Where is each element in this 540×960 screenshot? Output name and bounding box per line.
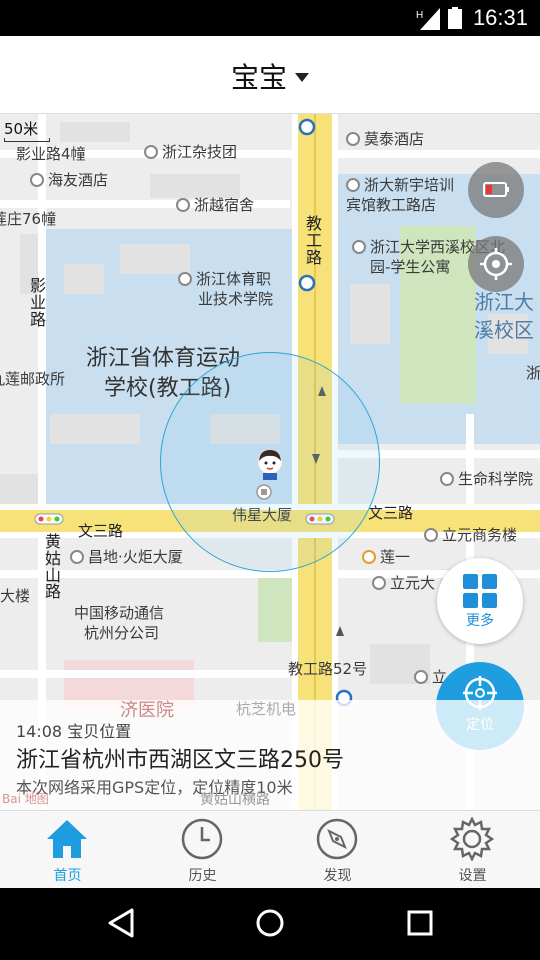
location-time-title: 14:08 宝贝位置 xyxy=(16,722,132,741)
poi-cmcc[interactable]: 中国移动通信 xyxy=(74,604,164,622)
poi-zju-dorm-2: 园-学生公寓 xyxy=(370,258,451,276)
place-icon xyxy=(144,145,158,159)
child-selector[interactable]: 宝宝 xyxy=(0,56,540,96)
building-icon xyxy=(440,472,454,486)
building-icon xyxy=(70,550,84,564)
poi-liyuan-building[interactable]: 立元商务楼 xyxy=(424,526,517,544)
tab-discover-label: 发现 xyxy=(323,868,352,884)
poi-lianyi[interactable]: 莲一 xyxy=(362,548,410,566)
poi-life-science[interactable]: 生命科学院 xyxy=(440,470,533,488)
title-bar: 宝宝 xyxy=(0,36,540,114)
recenter-button[interactable] xyxy=(468,236,524,292)
poi-acrobatic-troupe[interactable]: 浙江杂技团 xyxy=(144,143,237,161)
clock-icon xyxy=(181,818,223,860)
home-icon xyxy=(47,820,87,858)
poi-partial-zhe: 浙 xyxy=(526,364,540,382)
poi-sport-college-2: 业技术学院 xyxy=(198,290,274,308)
map-scale: 50米 xyxy=(4,118,50,142)
poi-sport-college[interactable]: 浙江体育职 xyxy=(178,270,271,288)
poi-yingye-4[interactable]: 影业路4幢 xyxy=(16,145,86,163)
building-icon xyxy=(372,576,386,590)
restaurant-icon xyxy=(362,550,376,564)
target-icon xyxy=(480,248,512,280)
poi-jiaogong-52[interactable]: 教工路52号 xyxy=(288,660,367,678)
poi-changdi[interactable]: 昌地·火炬大厦 xyxy=(70,548,183,566)
grid-icon xyxy=(463,574,497,608)
building-marker-icon xyxy=(256,484,272,500)
poi-haiyou-hotel[interactable]: 海友酒店 xyxy=(30,171,108,189)
battery-low-icon xyxy=(483,182,509,197)
more-button[interactable]: 更多 xyxy=(437,558,523,644)
child-avatar-marker[interactable] xyxy=(256,448,284,480)
network-type-label: H xyxy=(416,10,423,21)
building-icon xyxy=(352,240,366,254)
tab-settings[interactable]: 设置 xyxy=(405,811,540,889)
scale-label: 50米 xyxy=(4,120,39,138)
road-yingye: 影业路 xyxy=(29,276,46,329)
signal-icon: H xyxy=(416,8,440,30)
building-icon xyxy=(176,198,190,212)
area-zju-2: 溪校区 xyxy=(474,318,534,342)
baidu-map-logo: Bai 地图 xyxy=(2,792,49,806)
building-icon xyxy=(424,528,438,542)
caret-down-icon xyxy=(295,73,309,82)
poi-dalou: 大楼 xyxy=(0,587,31,605)
poi-mortai-hotel[interactable]: 莫泰酒店 xyxy=(346,130,424,148)
scale-bar xyxy=(4,138,50,142)
poi-xinyu-hotel-2: 宾馆教工路店 xyxy=(346,196,437,214)
battery-status-button[interactable] xyxy=(468,162,524,218)
tab-discover[interactable]: 发现 xyxy=(270,811,405,889)
poi-hangzhi: 杭芝机电 xyxy=(236,700,297,718)
poi-zheyue-dorm[interactable]: 浙越宿舍 xyxy=(176,196,254,214)
poi-cmcc-2: 杭州分公司 xyxy=(84,624,160,642)
location-address: 浙江省杭州市西湖区文三路250号 xyxy=(16,748,344,773)
tab-home[interactable]: 首页 xyxy=(0,811,135,889)
more-button-label: 更多 xyxy=(466,613,494,629)
road-wensan-left: 文三路 xyxy=(78,522,124,540)
map-view[interactable]: 50米 莫泰酒店 影业路4幢 浙江杂技团 海友酒店 浙越宿舍 莲庄76幢 浙大新… xyxy=(0,114,540,810)
home-nav-icon[interactable] xyxy=(255,908,285,938)
tab-history-label: 历史 xyxy=(188,868,217,884)
poi-liyuan-da[interactable]: 立元大 xyxy=(372,574,435,592)
location-info-panel: 济医院 杭芝机电 14:08 宝贝位置 浙江省杭州市西湖区文三路250号 本次网… xyxy=(0,700,540,810)
tab-history[interactable]: 历史 xyxy=(135,811,270,889)
road-jiaogong: 教工路 xyxy=(305,214,322,267)
recents-icon[interactable] xyxy=(405,908,435,938)
hotel-icon xyxy=(30,173,44,187)
building-icon xyxy=(414,670,428,684)
system-nav-bar xyxy=(0,888,540,960)
tab-settings-label: 设置 xyxy=(458,868,487,884)
road-huanggu: 黄姑山路 xyxy=(44,532,61,602)
back-icon[interactable] xyxy=(106,908,136,938)
gear-icon xyxy=(450,817,494,861)
place-icon xyxy=(178,272,192,286)
poi-post-office[interactable]: 九莲邮政所 xyxy=(0,370,65,388)
poi-xinyu-hotel[interactable]: 浙大新宇培训 xyxy=(346,176,454,194)
area-zju: 浙江大 xyxy=(474,290,534,314)
page-title: 宝宝 xyxy=(230,61,287,94)
road-wensan-right: 文三路 xyxy=(368,504,414,522)
clock-time: 16:31 xyxy=(472,5,528,30)
hotel-icon xyxy=(346,178,360,192)
poi-huanggu-hengroad: 黄姑山横路 xyxy=(200,792,270,808)
tab-home-label: 首页 xyxy=(53,868,82,884)
compass-icon xyxy=(316,818,358,860)
battery-icon xyxy=(448,7,462,29)
poi-zhuang-76[interactable]: 莲庄76幢 xyxy=(0,210,56,228)
status-bar: H 16:31 xyxy=(0,0,540,36)
bottom-tab-bar: 首页 历史 发现 设置 xyxy=(0,810,540,888)
hotel-icon xyxy=(346,132,360,146)
